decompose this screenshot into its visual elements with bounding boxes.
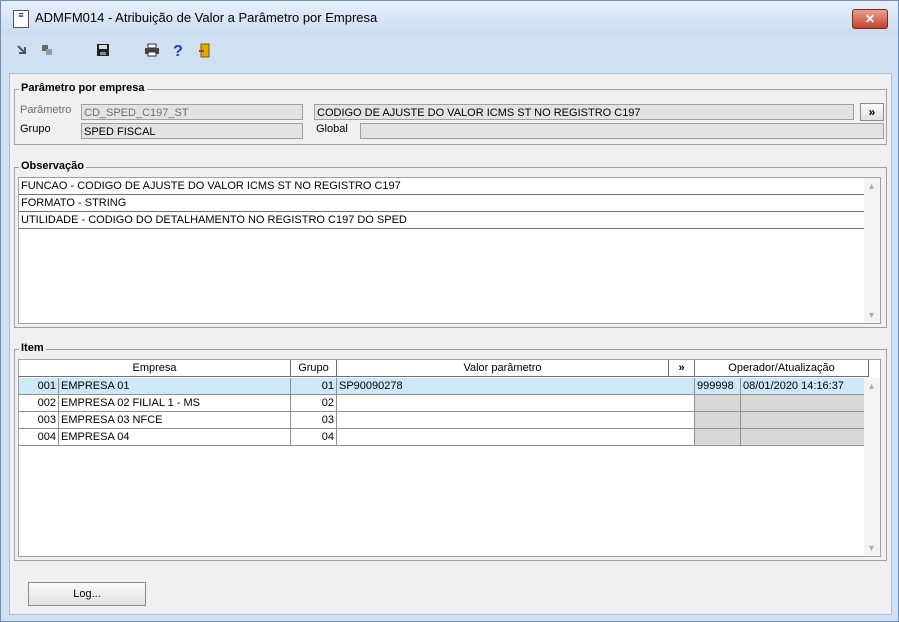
- window-title: ADMFM014 - Atribuição de Valor a Parâmet…: [35, 10, 378, 25]
- print-icon[interactable]: [143, 43, 161, 61]
- header-operador[interactable]: Operador/Atualização: [695, 360, 869, 377]
- observacao-legend: Observação: [19, 160, 86, 172]
- help-icon[interactable]: ?: [171, 43, 185, 61]
- parametro-code-field[interactable]: CD_SPED_C197_ST: [81, 104, 303, 120]
- toolbar: ?: [1, 35, 898, 67]
- observacao-line: FORMATO - STRING: [19, 195, 871, 212]
- close-button[interactable]: ✕: [852, 9, 888, 29]
- global-label: Global: [316, 123, 348, 135]
- row-operador[interactable]: [695, 395, 741, 412]
- item-legend: Item: [19, 342, 46, 354]
- parametro-description-field[interactable]: CODIGO DE AJUSTE DO VALOR ICMS ST NO REG…: [314, 104, 854, 120]
- row-operador[interactable]: [695, 429, 741, 446]
- parametro-group: Parâmetro por empresa Parâmetro CD_SPED_…: [14, 82, 887, 145]
- parametro-legend: Parâmetro por empresa: [19, 82, 147, 94]
- row-empresa[interactable]: EMPRESA 01: [59, 378, 291, 395]
- grupo-field[interactable]: SPED FISCAL: [81, 123, 303, 139]
- item-grid[interactable]: Empresa Grupo Valor parâmetro » Operador…: [18, 359, 881, 557]
- row-empresa[interactable]: EMPRESA 03 NFCE: [59, 412, 291, 429]
- client-area: Parâmetro por empresa Parâmetro CD_SPED_…: [9, 73, 892, 615]
- parametro-label: Parâmetro: [20, 104, 72, 116]
- exit-icon[interactable]: [197, 43, 213, 61]
- row-atualizacao[interactable]: [741, 412, 869, 429]
- row-atualizacao[interactable]: [741, 395, 869, 412]
- forward-icon[interactable]: [39, 43, 55, 61]
- header-empresa[interactable]: Empresa: [19, 360, 291, 377]
- row-grupo[interactable]: 03: [291, 412, 337, 429]
- row-codigo[interactable]: 004: [19, 429, 59, 446]
- item-group: Item Empresa Grupo Valor parâmetro » Ope…: [14, 342, 887, 561]
- row-empresa[interactable]: EMPRESA 02 FILIAL 1 - MS: [59, 395, 291, 412]
- row-grupo[interactable]: 04: [291, 429, 337, 446]
- row-grupo[interactable]: 01: [291, 378, 337, 395]
- observacao-textarea[interactable]: FUNCAO - CODIGO DE AJUSTE DO VALOR ICMS …: [18, 177, 881, 324]
- row-atualizacao[interactable]: [741, 429, 869, 446]
- row-valor[interactable]: [337, 395, 695, 412]
- observacao-line: FUNCAO - CODIGO DE AJUSTE DO VALOR ICMS …: [19, 178, 871, 195]
- row-operador[interactable]: [695, 412, 741, 429]
- document-icon: ≡: [13, 10, 29, 28]
- observacao-line: UTILIDADE - CODIGO DO DETALHAMENTO NO RE…: [19, 212, 871, 229]
- title-bar: ≡ ADMFM014 - Atribuição de Valor a Parâm…: [1, 1, 898, 35]
- observacao-group: Observação FUNCAO - CODIGO DE AJUSTE DO …: [14, 160, 887, 328]
- header-grupo[interactable]: Grupo: [291, 360, 337, 377]
- scroll-down-icon[interactable]: ▼: [867, 310, 876, 320]
- global-field[interactable]: [360, 123, 884, 139]
- app-window: ≡ ADMFM014 - Atribuição de Valor a Parâm…: [0, 0, 899, 622]
- row-operador[interactable]: 999998: [695, 378, 741, 395]
- scroll-up-icon[interactable]: ▲: [867, 181, 876, 191]
- observacao-scrollbar[interactable]: ▲ ▼: [864, 178, 880, 323]
- expand-parametro-button[interactable]: »: [860, 103, 884, 121]
- expand-valor-button[interactable]: »: [669, 360, 695, 377]
- header-valor[interactable]: Valor parâmetro: [337, 360, 669, 377]
- row-codigo[interactable]: 003: [19, 412, 59, 429]
- scroll-down-icon[interactable]: ▼: [867, 543, 876, 553]
- scroll-up-icon[interactable]: ▲: [867, 381, 876, 391]
- grupo-label: Grupo: [20, 123, 51, 135]
- row-atualizacao[interactable]: 08/01/2020 14:16:37: [741, 378, 869, 395]
- row-valor[interactable]: SP90090278: [337, 378, 695, 395]
- save-icon[interactable]: [95, 43, 111, 61]
- row-codigo[interactable]: 001: [19, 378, 59, 395]
- log-button[interactable]: Log...: [28, 582, 146, 606]
- row-grupo[interactable]: 02: [291, 395, 337, 412]
- row-codigo[interactable]: 002: [19, 395, 59, 412]
- row-valor[interactable]: [337, 429, 695, 446]
- item-scrollbar[interactable]: ▲ ▼: [864, 378, 880, 556]
- row-valor[interactable]: [337, 412, 695, 429]
- back-icon[interactable]: [15, 43, 31, 61]
- row-empresa[interactable]: EMPRESA 04: [59, 429, 291, 446]
